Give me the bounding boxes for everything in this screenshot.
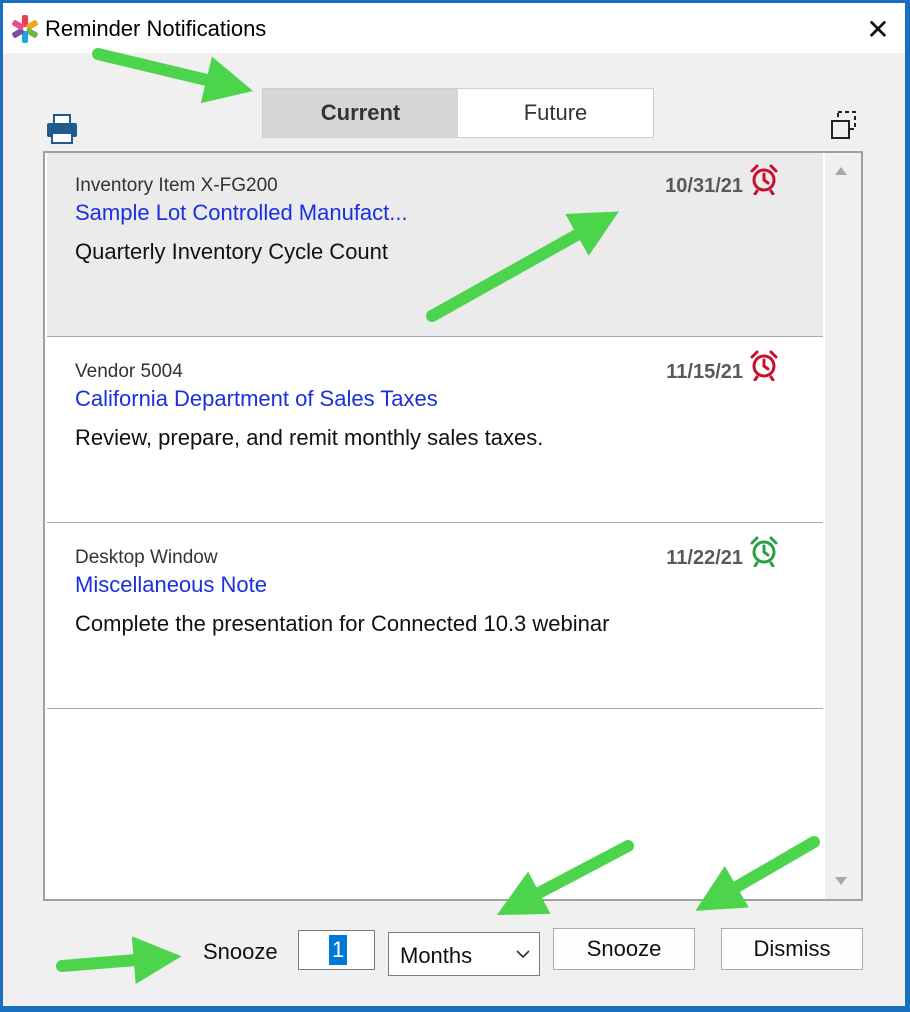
tab-future[interactable]: Future [458, 89, 653, 137]
chevron-down-icon [516, 950, 530, 959]
reminder-date: 10/31/21 [665, 175, 743, 197]
reminder-window: Reminder Notifications ✕ Current Future … [3, 3, 905, 1006]
dismiss-button[interactable]: Dismiss [721, 928, 863, 970]
reminder-description: Complete the presentation for Connected … [75, 611, 610, 636]
reminder-item[interactable]: Vendor 5004 California Department of Sal… [47, 339, 823, 523]
reminder-source: Vendor 5004 [75, 361, 183, 382]
snooze-unit-select[interactable]: Months [388, 932, 540, 976]
reminder-link[interactable]: California Department of Sales Taxes [75, 386, 438, 412]
tab-current[interactable]: Current [263, 89, 458, 137]
scroll-up-icon[interactable] [835, 167, 847, 175]
scroll-down-icon[interactable] [835, 877, 847, 885]
reminder-date: 11/22/21 [666, 547, 743, 569]
reminder-description: Quarterly Inventory Cycle Count [75, 239, 389, 264]
reminder-description: Review, prepare, and remit monthly sales… [75, 425, 544, 450]
snooze-amount-input[interactable]: 1 [298, 930, 375, 970]
reminder-list: Inventory Item X-FG200 Sample Lot Contro… [43, 151, 863, 901]
alarm-clock-icon[interactable] [749, 163, 779, 195]
reminder-link[interactable]: Sample Lot Controlled Manufact... [75, 200, 408, 226]
vertical-scrollbar[interactable] [825, 153, 861, 899]
popout-window-icon[interactable] [829, 109, 859, 141]
snooze-label: Snooze [203, 939, 278, 964]
tab-bar: Current Future [262, 88, 654, 138]
alarm-clock-icon[interactable] [749, 535, 779, 567]
snooze-button[interactable]: Snooze [553, 928, 695, 970]
window-title: Reminder Notifications [45, 16, 267, 41]
snooze-amount-value: 1 [329, 935, 348, 965]
printer-icon[interactable] [45, 113, 79, 145]
reminder-source: Inventory Item X-FG200 [75, 175, 278, 196]
reminder-date: 11/15/21 [666, 361, 743, 383]
reminder-item[interactable]: Inventory Item X-FG200 Sample Lot Contro… [47, 153, 823, 337]
title-bar: Reminder Notifications ✕ [3, 3, 905, 53]
reminder-item[interactable]: Desktop Window Miscellaneous Note Comple… [47, 525, 823, 709]
alarm-clock-icon[interactable] [749, 349, 779, 381]
app-logo-icon [12, 15, 38, 43]
reminder-link[interactable]: Miscellaneous Note [75, 572, 267, 598]
snooze-unit-value: Months [400, 943, 473, 968]
close-icon: ✕ [866, 13, 890, 45]
reminder-source: Desktop Window [75, 547, 218, 568]
close-button[interactable]: ✕ [861, 12, 895, 46]
